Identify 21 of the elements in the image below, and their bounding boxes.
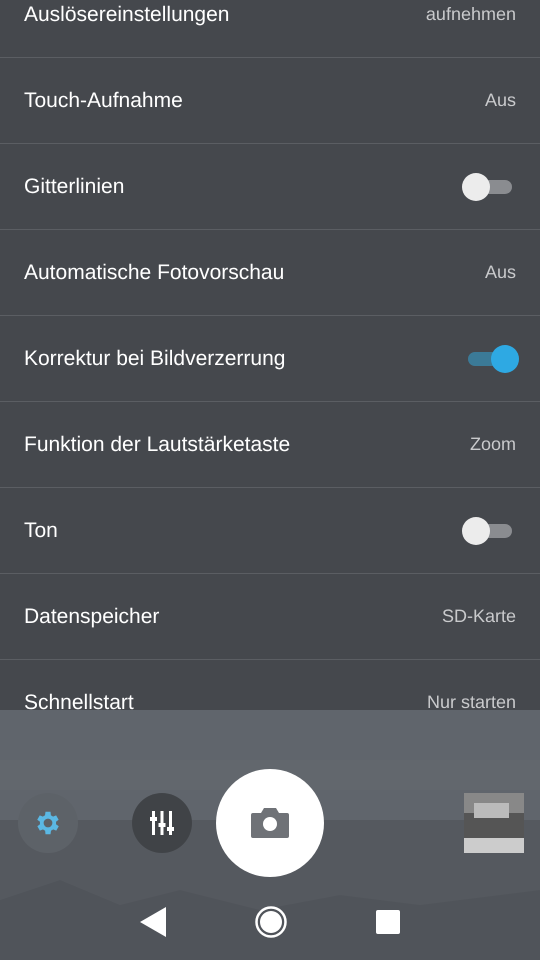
setting-label[interactable]: Touch-Aufnahme	[24, 88, 183, 112]
setting-label[interactable]: Auslösereinstellungen	[24, 2, 230, 26]
setting-label[interactable]: Ton	[24, 518, 58, 542]
setting-label[interactable]: Funktion der Lautstärketaste	[24, 432, 290, 456]
setting-value: Aus	[484, 90, 516, 111]
setting-label[interactable]: Korrektur bei Bildverzerrung	[24, 346, 286, 370]
gallery-thumbnail[interactable]	[464, 793, 524, 853]
camera-icon	[251, 808, 289, 838]
setting-label[interactable]: Gitterlinien	[24, 174, 124, 198]
setting-value: aufnehmen	[426, 4, 516, 25]
back-icon[interactable]	[140, 907, 166, 937]
setting-value: Zoom	[470, 434, 516, 455]
recents-icon[interactable]	[376, 910, 400, 934]
setting-value: Nur starten	[426, 692, 516, 710]
setting-label[interactable]: Schnellstart	[24, 690, 134, 710]
setting-label[interactable]: Datenspeicher	[24, 604, 160, 628]
setting-label[interactable]: Automatische Fotovorschau	[24, 260, 284, 284]
home-icon[interactable]	[254, 906, 287, 938]
setting-value: SD-Karte	[442, 606, 516, 627]
setting-value: Aus	[484, 262, 516, 283]
sliders-icon	[149, 809, 175, 837]
